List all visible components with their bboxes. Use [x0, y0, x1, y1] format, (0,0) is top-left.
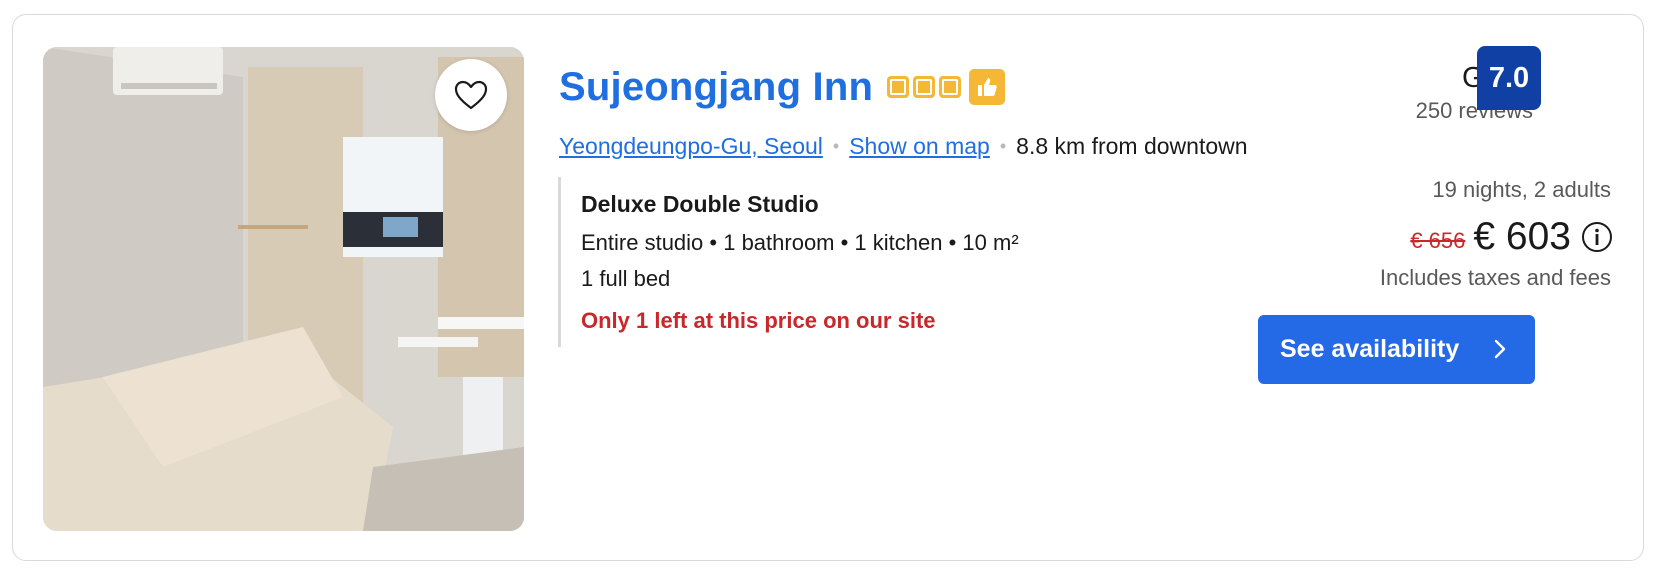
original-price: € 656	[1410, 228, 1466, 253]
distance-text: 8.8 km from downtown	[1016, 132, 1248, 159]
show-on-map-link[interactable]: Show on map	[849, 133, 990, 160]
heart-icon	[454, 80, 488, 110]
separator-dot: •	[832, 135, 840, 156]
current-price: € 603	[1473, 215, 1571, 258]
title-row: Sujeongjang Inn	[559, 59, 1006, 115]
taxes-note: Includes taxes and fees	[1379, 265, 1611, 290]
star-icon	[939, 76, 962, 98]
scarcity-alert: Only 1 left at this price on our site	[581, 308, 936, 333]
star-rating	[887, 76, 962, 98]
location-link[interactable]: Yeongdeungpo-Gu, Seoul	[559, 133, 823, 160]
see-availability-button[interactable]: See availability	[1258, 315, 1535, 384]
cta-label: See availability	[1280, 335, 1460, 363]
star-icon	[887, 76, 910, 98]
stay-details: 19 nights, 2 adults	[1432, 177, 1611, 202]
price-row: € 656 € 603	[1410, 213, 1613, 261]
room-spec: Entire studio • 1 bathroom • 1 kitchen •…	[581, 230, 1019, 255]
thumbs-up-icon[interactable]	[969, 69, 1006, 105]
info-icon[interactable]	[1581, 221, 1613, 253]
property-photo[interactable]	[43, 47, 524, 531]
property-card: Sujeongjang Inn Yeongdeungpo-Gu, Seoul •…	[12, 14, 1644, 561]
location-row: Yeongdeungpo-Gu, Seoul • Show on map • 8…	[559, 128, 1248, 164]
star-icon	[913, 76, 936, 98]
favorite-button[interactable]	[435, 59, 507, 131]
room-beds: 1 full bed	[581, 266, 671, 291]
room-info: Deluxe Double Studio Entire studio • 1 b…	[558, 177, 1198, 347]
property-name-link[interactable]: Sujeongjang Inn	[559, 65, 873, 110]
room-name: Deluxe Double Studio	[581, 191, 819, 217]
chevron-right-icon	[1494, 339, 1506, 359]
review-score-badge[interactable]: 7.0	[1477, 46, 1541, 110]
separator-dot: •	[999, 135, 1007, 156]
